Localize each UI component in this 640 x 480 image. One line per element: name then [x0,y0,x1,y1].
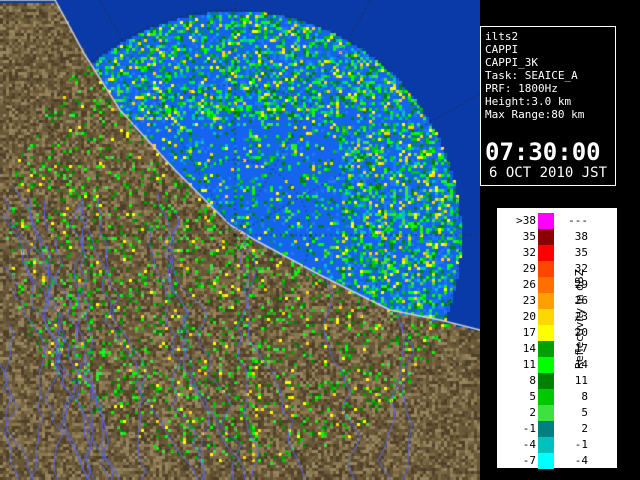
legend-lower-bound: 26 [522,278,536,291]
legend-title: Reflectivity in dBZ [573,268,586,370]
legend-swatch [538,453,554,469]
legend-lower-bound: 5 [529,390,536,403]
prf-label: PRF: 1800Hz [485,82,558,95]
legend-lower-bound: 17 [522,326,536,339]
legend-lower-bound: 14 [522,342,536,355]
legend-swatch [538,405,554,421]
legend-lower-bound: 29 [522,262,536,275]
legend-swatch [538,341,554,357]
legend-lower-bound: -7 [522,454,536,467]
legend-lower-bound: 8 [529,374,536,387]
legend-row: -4 -1 [498,437,598,453]
legend-lower-bound: 2 [529,406,536,419]
product-name: CAPPI_3K [485,56,538,69]
legend-swatch [538,421,554,437]
legend-lower-bound: 23 [522,294,536,307]
legend-swatch [538,389,554,405]
radar-map[interactable] [0,0,480,480]
legend-swatch [538,437,554,453]
scan-date: 6 OCT 2010 JST [489,165,608,181]
legend-lower-bound: -1 [522,422,536,435]
radar-name: ilts2 [485,30,519,43]
reflectivity-legend: >38 --- 35 38 32 35 29 32 26 29 23 26 20 23 17 20 14 17 11… [497,208,617,469]
legend-upper-bound: -4 [574,454,588,467]
info-panel: ilts2 CAPPI CAPPI_3K Task: SEAICE_A PRF:… [480,26,616,186]
legend-lower-bound: 32 [522,246,536,259]
legend-lower-bound: >38 [516,214,536,227]
legend-swatch [538,309,554,325]
legend-lower-bound: 20 [522,310,536,323]
legend-swatch [538,245,554,261]
legend-swatch [538,325,554,341]
height-label: Height:3.0 km [485,95,572,108]
legend-lower-bound: 35 [522,230,536,243]
legend-swatch [538,229,554,245]
legend-swatch [538,261,554,277]
legend-swatch [538,277,554,293]
legend-swatch [538,373,554,389]
task-label: Task: SEAICE_A [485,69,578,82]
product-type: CAPPI [485,43,519,56]
legend-swatch [538,357,554,373]
scan-time: 07:30:00 [485,138,601,166]
legend-swatch [538,293,554,309]
legend-upper-bound: -1 [574,438,588,451]
legend-row: -7 -4 [498,453,598,469]
max-range-label: Max Range:80 km [485,108,585,121]
legend-lower-bound: -4 [522,438,536,451]
legend-swatch [538,213,554,229]
legend-lower-bound: 11 [522,358,536,371]
